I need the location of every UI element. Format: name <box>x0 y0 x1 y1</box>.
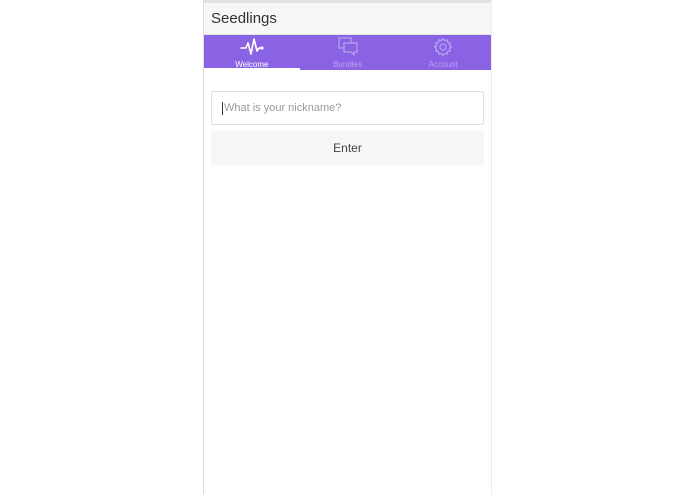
nickname-field-wrapper <box>211 91 484 125</box>
tab-welcome-label: Welcome <box>235 60 269 69</box>
app-header: Seedlings <box>204 0 491 35</box>
text-caret <box>222 101 223 115</box>
welcome-content: Enter <box>204 70 491 165</box>
pulse-icon <box>240 38 264 55</box>
tab-bundles[interactable]: Bundles <box>300 35 396 70</box>
tab-bar: Welcome Bundles Account <box>204 35 491 70</box>
nickname-input[interactable] <box>224 102 483 114</box>
tab-welcome[interactable]: Welcome <box>204 35 300 70</box>
tab-account-label: Account <box>428 60 458 69</box>
app-window: Seedlings Welcome Bundles Account What i… <box>203 0 492 494</box>
enter-button[interactable]: Enter <box>211 131 484 165</box>
gear-icon <box>434 37 453 57</box>
chat-bubbles-icon <box>337 37 358 56</box>
page-title: Seedlings <box>211 10 277 27</box>
tab-account[interactable]: Account <box>395 35 491 70</box>
tab-bundles-label: Bundles <box>333 60 362 69</box>
